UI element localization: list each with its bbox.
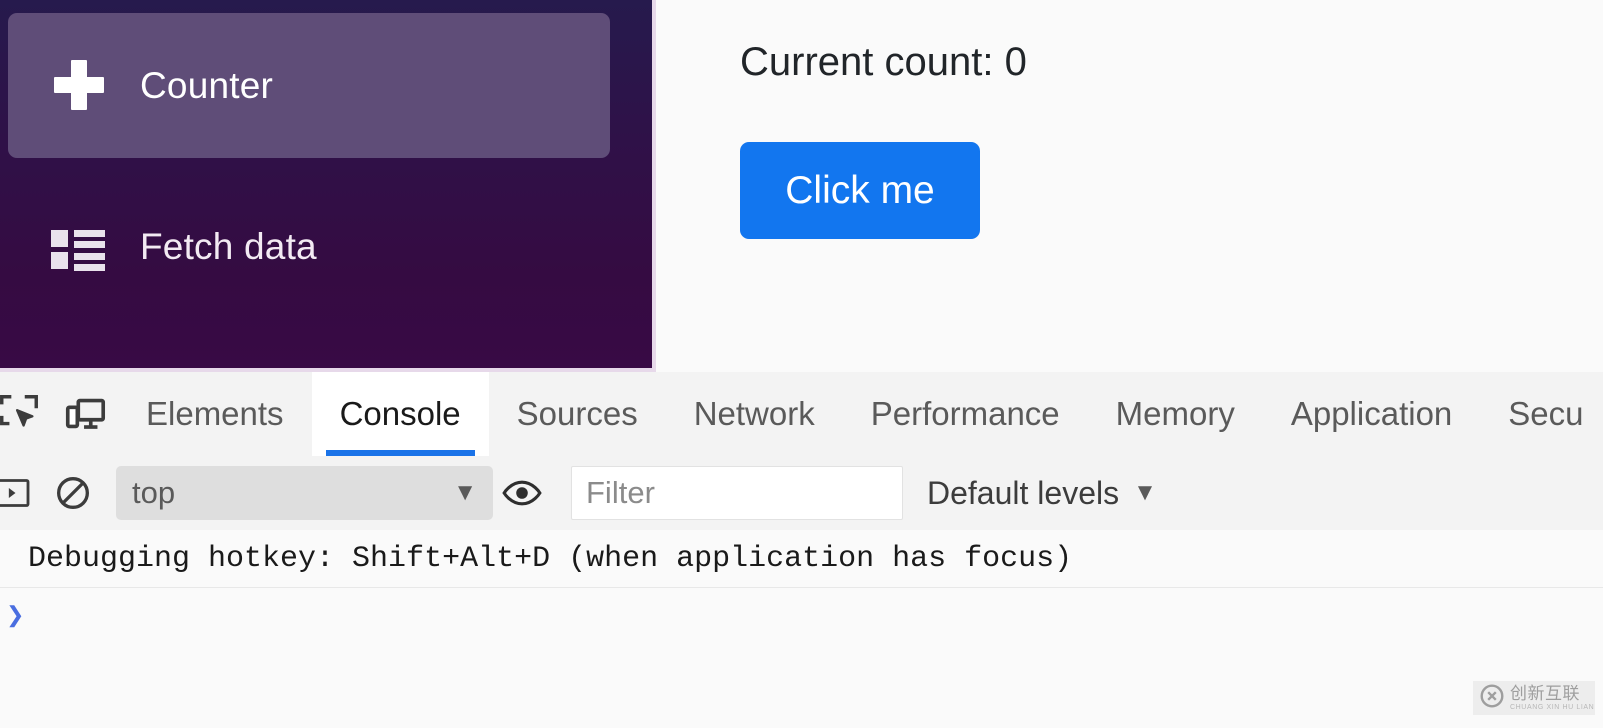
sidebar-item-fetch-data[interactable]: Fetch data [8,190,610,302]
tab-security[interactable]: Secu [1480,372,1603,456]
console-filter-input[interactable] [571,466,903,520]
plus-icon [48,54,112,118]
tab-sources[interactable]: Sources [489,372,666,456]
sidebar-item-label: Fetch data [140,225,317,267]
chevron-down-icon: ▼ [1133,479,1157,506]
web-page-region: Counter Fetch data Current count: 0 Clic… [0,0,1603,372]
tab-performance[interactable]: Performance [843,372,1088,456]
watermark-cn-text: 创新互联 [1510,684,1580,703]
click-me-button[interactable]: Click me [740,142,980,239]
device-toolbar-icon[interactable] [52,372,118,456]
devtools-tabbar: Elements Console Sources Network Perform… [0,372,1603,457]
app-sidebar: Counter Fetch data [0,0,652,368]
watermark-text: 创新互联 CHUANG XIN HU LIAN [1510,685,1594,711]
watermark-pinyin-text: CHUANG XIN HU LIAN [1510,704,1595,711]
console-output[interactable]: Debugging hotkey: Shift+Alt+D (when appl… [0,530,1603,728]
current-count-text: Current count: 0 [740,40,1027,84]
console-context-selector[interactable]: top ▼ [116,466,493,520]
prompt-chevron-icon: ❯ [6,602,25,627]
console-context-value: top [132,475,176,510]
clear-console-icon[interactable] [44,456,102,530]
console-prompt-input[interactable] [32,595,1603,635]
devtools-panel: Elements Console Sources Network Perform… [0,372,1603,728]
console-sidebar-icon[interactable] [0,456,44,530]
watermark: 创新互联 CHUANG XIN HU LIAN [1473,681,1595,715]
console-log-levels-selector[interactable]: Default levels ▼ [927,475,1157,512]
console-message-row: Debugging hotkey: Shift+Alt+D (when appl… [0,530,1603,588]
console-message-text: Debugging hotkey: Shift+Alt+D (when appl… [28,541,1073,576]
tab-application[interactable]: Application [1263,372,1480,456]
console-prompt-row[interactable]: ❯ [0,588,1603,642]
watermark-logo-icon [1479,683,1505,714]
live-expression-icon[interactable] [493,456,551,530]
main-content: Current count: 0 Click me [656,0,1603,372]
list-icon [48,214,112,278]
inspect-element-icon[interactable] [0,372,52,456]
sidebar-item-label: Counter [140,65,274,106]
tab-elements[interactable]: Elements [118,372,312,456]
chevron-down-icon: ▼ [453,479,477,506]
console-log-levels-label: Default levels [927,474,1120,511]
tab-memory[interactable]: Memory [1088,372,1263,456]
tab-network[interactable]: Network [666,372,843,456]
tab-console[interactable]: Console [311,372,489,456]
app-root: Counter Fetch data Current count: 0 Clic… [0,0,1603,728]
console-toolbar: top ▼ Default levels ▼ [0,456,1603,531]
sidebar-item-counter[interactable]: Counter [8,13,610,158]
